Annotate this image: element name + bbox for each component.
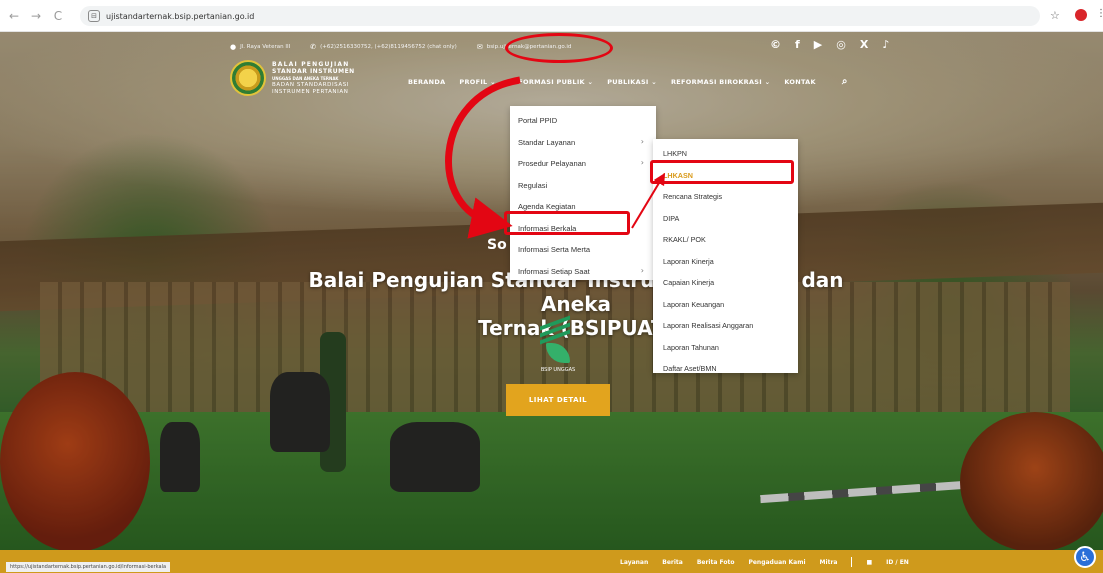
location-pin-icon: ●: [230, 43, 237, 51]
submenu-item-dipa[interactable]: DIPA: [653, 208, 798, 230]
annotation-ellipse: [505, 33, 613, 63]
nav-profil[interactable]: PROFIL ⌄: [459, 78, 495, 86]
submenu-item-rkakl-pok[interactable]: RKAKL/ POK: [653, 229, 798, 251]
footer-link-mitra[interactable]: Mitra: [820, 559, 838, 566]
site-logo[interactable]: BALAI PENGUJIAN STANDAR INSTRUMEN UNGGAS…: [230, 60, 355, 96]
dropdown-item-informasi-serta-merta[interactable]: Informasi Serta Merta: [510, 239, 656, 261]
address-text: Jl. Raya Veteran III: [240, 44, 291, 50]
main-navigation: BERANDA PROFIL ⌄ INFORMASI PUBLIK ⌄ PUBL…: [408, 76, 847, 87]
url-text[interactable]: ujistandarternak.bsip.pertanian.go.id: [106, 12, 254, 21]
nav-publikasi[interactable]: PUBLIKASI ⌄: [607, 78, 657, 86]
social-links: © f ▶ ◎ X ♪: [770, 38, 889, 51]
youtube-icon[interactable]: ▶: [814, 38, 822, 51]
instagram-icon[interactable]: ◎: [836, 38, 846, 51]
submenu-item-laporan-keuangan[interactable]: Laporan Keuangan: [653, 294, 798, 316]
dropdown-item-portal-ppid[interactable]: Portal PPID: [510, 110, 656, 132]
whatsapp-icon[interactable]: ©: [770, 38, 781, 51]
search-icon[interactable]: ⌕: [842, 76, 848, 87]
footer-link-layanan[interactable]: Layanan: [620, 559, 648, 566]
flag-icon: ■: [866, 558, 873, 566]
annotation-box-lhkasn: [650, 160, 794, 184]
chevron-right-icon: ›: [640, 158, 644, 167]
dropdown-item-label: Informasi Setiap Saat: [518, 266, 590, 276]
address-bar[interactable]: ⊟ ujistandarternak.bsip.pertanian.go.id: [80, 6, 1040, 26]
site-info-icon[interactable]: ⊟: [88, 10, 100, 22]
dropdown-item-label: Prosedur Pelayanan: [518, 159, 586, 169]
dropdown-item-label: Standar Layanan: [518, 137, 576, 147]
address-item: ● Jl. Raya Veteran III: [230, 43, 290, 51]
footer-divider: [851, 557, 853, 567]
phone-item[interactable]: ✆ (+62)2516330752, (+62)8119456752 (chat…: [310, 43, 457, 51]
reload-icon[interactable]: C: [50, 8, 66, 24]
footer-bar: https://ujistandarternak.bsip.pertanian.…: [0, 550, 1103, 573]
dropdown-item-standar-layanan[interactable]: Standar Layanan ›: [510, 132, 656, 154]
footer-links: Layanan Berita Berita Foto Pengaduan Kam…: [620, 557, 909, 567]
logo-line-2: STANDAR INSTRUMEN: [272, 67, 355, 75]
annotation-box-informasi-berkala: [504, 211, 630, 235]
submenu-item-laporan-tahunan[interactable]: Laporan Tahunan: [653, 337, 798, 359]
footer-link-berita[interactable]: Berita: [662, 559, 683, 566]
tiktok-icon[interactable]: ♪: [882, 38, 889, 51]
dropdown-item-informasi-setiap-saat[interactable]: Informasi Setiap Saat ›: [510, 261, 656, 283]
bsip-logo: BSIP UNGGAS: [536, 315, 580, 373]
submenu-item-rencana-strategis[interactable]: Rencana Strategis: [653, 186, 798, 208]
submenu-item-daftar-aset-bmn[interactable]: Daftar Aset/BMN: [653, 358, 798, 380]
leaf-icon: [546, 343, 570, 363]
dropdown-item-label: Portal PPID: [518, 116, 558, 126]
phone-icon: ✆: [310, 43, 317, 51]
nav-kontak[interactable]: KONTAK: [784, 78, 816, 86]
phone-text[interactable]: (+62)2516330752, (+62)8119456752 (chat o…: [320, 44, 457, 50]
browser-toolbar: ← → C ⊟ ujistandarternak.bsip.pertanian.…: [0, 0, 1103, 32]
x-twitter-icon[interactable]: X: [860, 38, 868, 51]
logo-line-4: BADAN STANDARDISASI: [272, 81, 350, 88]
dropdown-item-regulasi[interactable]: Regulasi: [510, 175, 656, 197]
chevron-right-icon: ›: [640, 265, 644, 275]
status-bar-url: https://ujistandarternak.bsip.pertanian.…: [6, 562, 171, 572]
extension-icon[interactable]: [1075, 9, 1087, 21]
logo-line-1: BALAI PENGUJIAN: [272, 60, 350, 68]
back-icon[interactable]: ←: [6, 8, 22, 24]
kementan-emblem-icon: [230, 60, 266, 96]
submenu-item-laporan-realisasi-anggaran[interactable]: Laporan Realisasi Anggaran: [653, 315, 798, 337]
language-switcher[interactable]: ID / EN: [886, 559, 909, 566]
bookmark-star-icon[interactable]: ☆: [1050, 9, 1060, 22]
email-icon: ✉: [476, 43, 483, 51]
dropdown-item-label: Informasi Serta Merta: [518, 245, 591, 255]
logo-line-5: INSTRUMEN PERTANIAN: [272, 88, 349, 95]
submenu-item-capaian-kinerja[interactable]: Capaian Kinerja: [653, 272, 798, 294]
dropdown-item-label: Regulasi: [518, 180, 548, 190]
bsip-logo-caption: BSIP UNGGAS: [540, 367, 576, 373]
accessibility-icon[interactable]: ♿: [1074, 546, 1096, 568]
footer-link-berita-foto[interactable]: Berita Foto: [697, 559, 735, 566]
chevron-right-icon: ›: [640, 136, 644, 146]
facebook-icon[interactable]: f: [795, 38, 800, 51]
submenu-item-laporan-kinerja[interactable]: Laporan Kinerja: [653, 251, 798, 273]
lihat-detail-button[interactable]: LIHAT DETAIL: [506, 384, 610, 416]
logo-line-3: UNGGAS DAN ANEKA TERNAK: [272, 75, 339, 81]
nav-reformasi-birokrasi[interactable]: REFORMASI BIROKRASI ⌄: [671, 78, 770, 86]
forward-icon[interactable]: →: [28, 8, 44, 24]
dropdown-item-prosedur-pelayanan[interactable]: Prosedur Pelayanan ›: [510, 153, 656, 175]
nav-informasi-publik[interactable]: INFORMASI PUBLIK ⌄: [510, 78, 593, 86]
nav-beranda[interactable]: BERANDA: [408, 78, 445, 86]
browser-menu-icon[interactable]: ⋮: [1096, 8, 1103, 19]
footer-link-pengaduan[interactable]: Pengaduan Kami: [748, 559, 805, 566]
dropdown-item-label: Agenda Kegiatan: [518, 202, 576, 212]
hero-pre-title: So: [487, 237, 507, 253]
informasi-publik-dropdown: Portal PPID Standar Layanan › Prosedur Pe…: [510, 106, 656, 280]
